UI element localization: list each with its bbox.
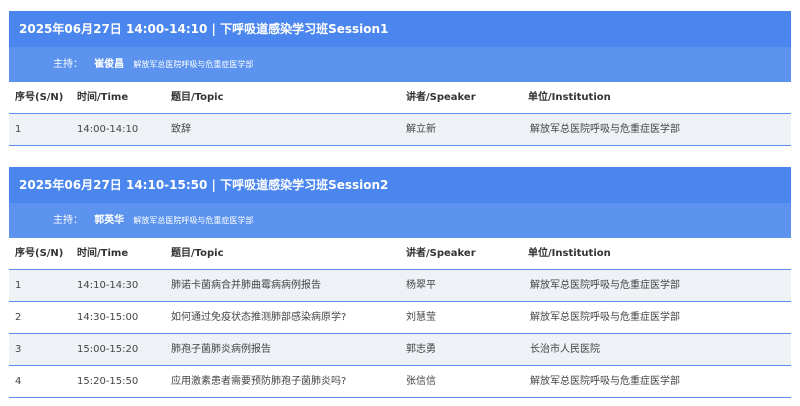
col-header-topic: 题目/Topic [171, 92, 224, 103]
session-2-host-bar: 主持： 郭英华 解放军总医院呼吸与危重症医学部 [9, 203, 791, 238]
host-org: 解放军总医院呼吸与危重症医学部 [133, 60, 254, 69]
table-row: 2 14:30-15:00 如何通过免疫状态推测肺部感染病原学? 刘慧莹 解放军… [9, 302, 791, 334]
host-label: 主持： [53, 59, 83, 70]
cell-speaker: 郭志勇 [406, 344, 436, 355]
session-1-host-bar: 主持： 崔俊昌 解放军总医院呼吸与危重症医学部 [9, 47, 791, 82]
cell-time: 14:30-15:00 [77, 312, 139, 323]
cell-topic: 如何通过免疫状态推测肺部感染病原学? [171, 312, 347, 323]
cell-speaker: 刘慧莹 [406, 312, 436, 323]
cell-speaker: 张信信 [406, 376, 436, 387]
col-header-time: 时间/Time [77, 92, 129, 103]
table-row: 3 15:00-15:20 肺孢子菌肺炎病例报告 郭志勇 长治市人民医院 [9, 334, 791, 366]
table-header: 序号(S/N) 时间/Time 题目/Topic 讲者/Speaker 单位/I… [9, 238, 791, 270]
table-header: 序号(S/N) 时间/Time 题目/Topic 讲者/Speaker 单位/I… [9, 82, 791, 114]
cell-topic: 肺孢子菌肺炎病例报告 [171, 344, 271, 355]
cell-no: 2 [15, 312, 22, 323]
cell-institution: 长治市人民医院 [530, 344, 600, 355]
host-name: 郭英华 [94, 215, 125, 226]
cell-institution: 解放军总医院呼吸与危重症医学部 [530, 376, 680, 387]
col-header-topic: 题目/Topic [171, 248, 224, 259]
cell-time: 15:00-15:20 [77, 344, 139, 355]
session-1-title: 2025年06月27日 14:00-14:10 | 下呼吸道感染学习班Sessi… [9, 11, 791, 47]
host-name: 崔俊昌 [94, 59, 125, 70]
cell-no: 1 [15, 280, 22, 291]
schedule-page: 2025年06月27日 14:00-14:10 | 下呼吸道感染学习班Sessi… [0, 0, 800, 406]
host-label: 主持： [53, 215, 83, 226]
col-header-speaker: 讲者/Speaker [406, 248, 476, 259]
cell-speaker: 解立新 [406, 124, 436, 135]
host-org: 解放军总医院呼吸与危重症医学部 [133, 216, 254, 225]
session-2: 2025年06月27日 14:10-15:50 | 下呼吸道感染学习班Sessi… [9, 167, 791, 398]
cell-no: 4 [15, 376, 22, 387]
cell-institution: 解放军总医院呼吸与危重症医学部 [530, 312, 680, 323]
table-row: 4 15:20-15:50 应用激素患者需要预防肺孢子菌肺炎吗? 张信信 解放军… [9, 366, 791, 398]
col-header-institution: 单位/Institution [528, 92, 611, 103]
col-header-no: 序号(S/N) [15, 92, 64, 103]
cell-no: 1 [15, 124, 22, 135]
cell-topic: 应用激素患者需要预防肺孢子菌肺炎吗? [171, 376, 347, 387]
cell-time: 15:20-15:50 [77, 376, 139, 387]
cell-no: 3 [15, 344, 22, 355]
cell-time: 14:00-14:10 [77, 124, 139, 135]
col-header-no: 序号(S/N) [15, 248, 64, 259]
cell-speaker: 杨翠平 [406, 280, 436, 291]
cell-time: 14:10-14:30 [77, 280, 139, 291]
col-header-speaker: 讲者/Speaker [406, 92, 476, 103]
session-1: 2025年06月27日 14:00-14:10 | 下呼吸道感染学习班Sessi… [9, 11, 791, 146]
table-row: 1 14:00-14:10 致辞 解立新 解放军总医院呼吸与危重症医学部 [9, 114, 791, 146]
col-header-institution: 单位/Institution [528, 248, 611, 259]
session-2-title: 2025年06月27日 14:10-15:50 | 下呼吸道感染学习班Sessi… [9, 167, 791, 203]
table-row: 1 14:10-14:30 肺诺卡菌病合并肺曲霉病病例报告 杨翠平 解放军总医院… [9, 270, 791, 302]
cell-topic: 致辞 [171, 124, 191, 135]
cell-institution: 解放军总医院呼吸与危重症医学部 [530, 124, 680, 135]
col-header-time: 时间/Time [77, 248, 129, 259]
cell-institution: 解放军总医院呼吸与危重症医学部 [530, 280, 680, 291]
cell-topic: 肺诺卡菌病合并肺曲霉病病例报告 [171, 280, 321, 291]
